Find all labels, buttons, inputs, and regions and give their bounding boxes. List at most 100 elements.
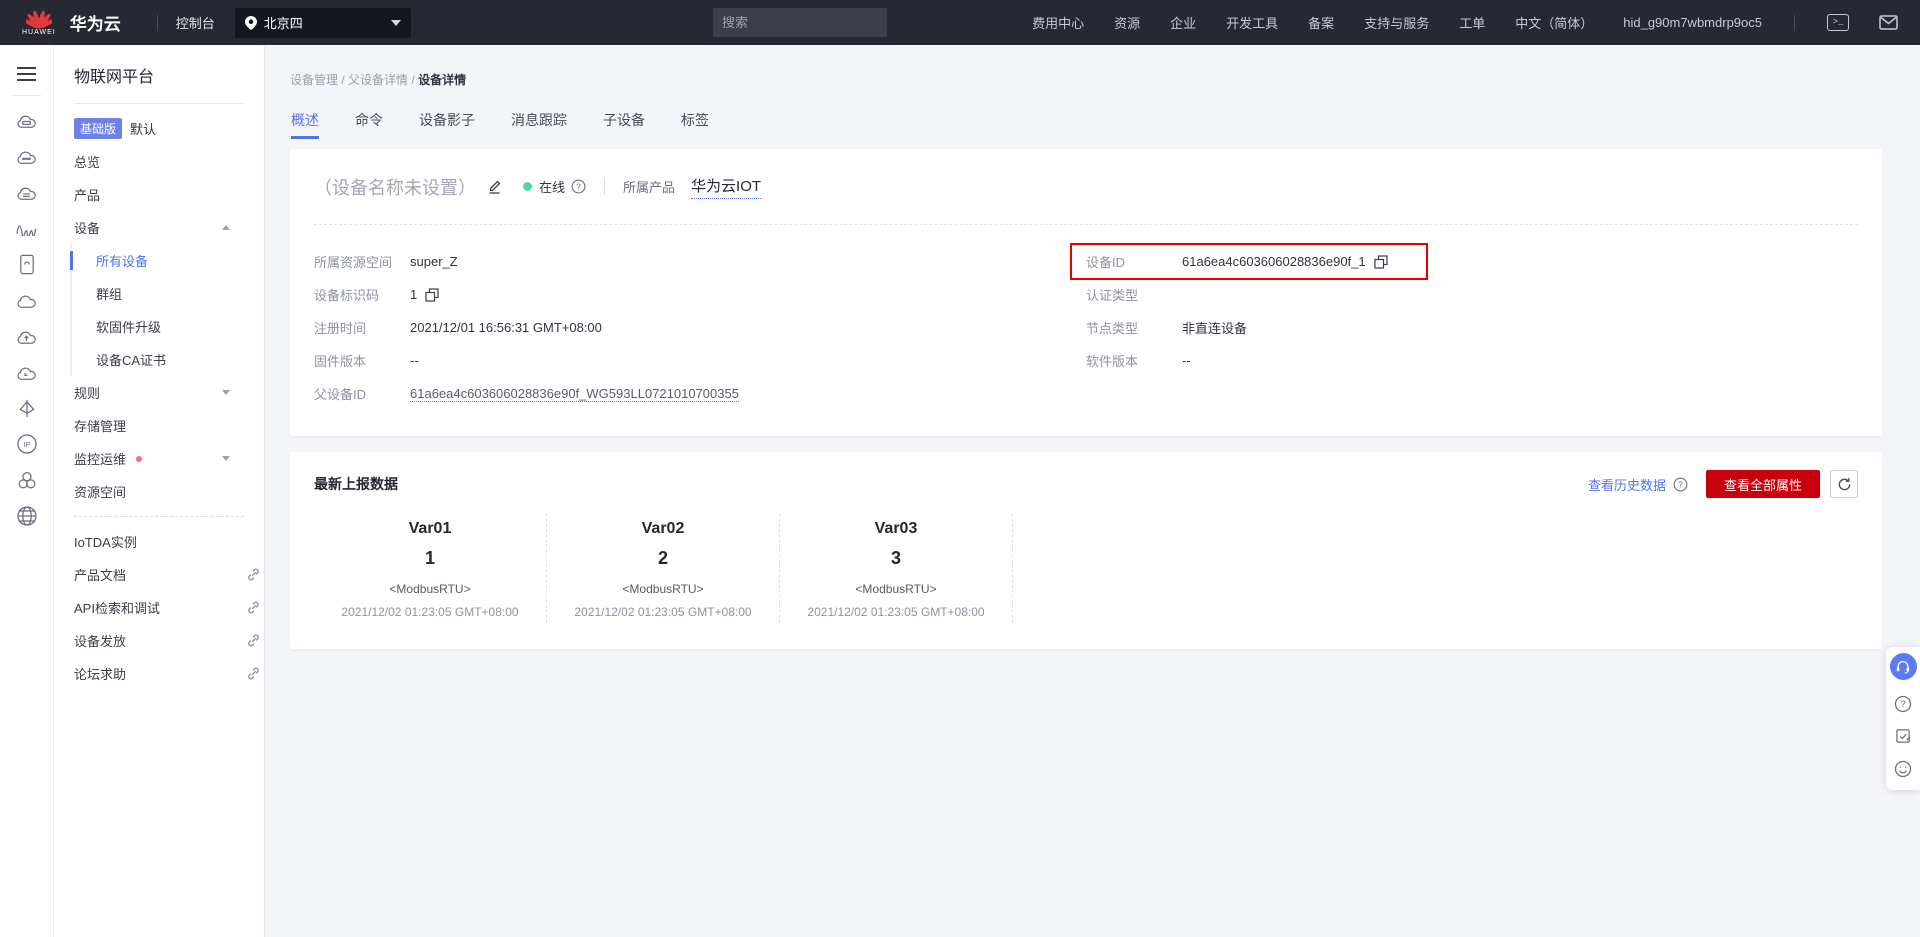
cloud-database-icon[interactable] [15,180,39,204]
edition-badge: 基础版 [74,118,122,139]
brand-word: HUAWEI [22,29,56,36]
waves-icon[interactable] [15,216,39,240]
view-history-link[interactable]: 查看历史数据 [1588,475,1666,494]
field-software-version: 软件版本 -- [1086,344,1858,377]
external-link-icon [247,667,260,680]
survey-button[interactable] [1895,728,1912,745]
copy-icon[interactable] [1374,255,1388,269]
online-status-label: 在线 [539,177,565,196]
chevron-down-icon [391,20,401,26]
fields-left-column: 所属资源空间 super_Z 设备标识码 1 注册时间 2021/12/01 1… [314,245,1086,410]
ip-circle-icon[interactable]: IP [15,432,39,456]
refresh-button[interactable] [1830,470,1858,498]
svg-text:?: ? [576,181,581,191]
product-name-link[interactable]: 华为云IOT [691,175,761,199]
copy-icon[interactable] [425,288,439,302]
field-device-id: 设备ID 61a6ea4c603606028836e90f_1 [1086,245,1858,278]
parent-device-id-link[interactable]: 61a6ea4c603606028836e90f_WG593LL07210107… [410,386,739,402]
tab-overview[interactable]: 概述 [291,110,319,139]
external-link-icon [247,568,260,581]
survey-icon [1895,728,1912,745]
sidebar-item-iotda-instances[interactable]: IoTDA实例 [74,525,234,558]
nav-tickets[interactable]: 工单 [1459,13,1485,32]
nav-icp[interactable]: 备案 [1308,13,1334,32]
fields-right-column: 设备ID 61a6ea4c603606028836e90f_1 认证类型 节点类… [1086,245,1858,410]
cli-button[interactable]: >_ [1827,14,1849,31]
drone-icon[interactable] [15,396,39,420]
breadcrumb-device-management[interactable]: 设备管理 [290,73,338,87]
topbar-divider [157,15,158,31]
sidebar-item-resource-spaces[interactable]: 资源空间 [74,475,234,508]
cloud-upload-icon[interactable] [15,324,39,348]
support-button[interactable] [1890,653,1917,680]
tab-message-trace[interactable]: 消息跟踪 [511,110,567,139]
field-node-type: 节点类型 非直连设备 [1086,311,1858,344]
sidebar-item-product-docs[interactable]: 产品文档 [74,558,260,591]
tab-child-devices[interactable]: 子设备 [603,110,645,139]
sidebar-item-device-ca[interactable]: 设备CA证书 [96,343,264,376]
cloud-clock-icon[interactable] [15,360,39,384]
tab-tags[interactable]: 标签 [681,110,709,139]
latest-data-card: 最新上报数据 查看历史数据 ? 查看全部属性 Var01 1 <ModbusRT… [290,452,1882,649]
refresh-icon [1837,477,1852,492]
topbar-divider [1794,15,1795,31]
device-icon[interactable] [15,252,39,276]
reported-vars: Var01 1 <ModbusRTU> 2021/12/02 01:23:05 … [314,514,1858,623]
cluster-icon[interactable] [15,468,39,492]
sidebar-item-products[interactable]: 产品 [74,178,234,211]
headset-icon [1895,659,1911,674]
brand-name: 华为云 [70,10,121,35]
language-switcher[interactable]: 中文（简体） [1515,13,1593,32]
feedback-button[interactable] [1894,760,1912,778]
search-input[interactable] [722,15,898,30]
nav-billing[interactable]: 费用中心 [1032,13,1084,32]
sidebar-item-api-explorer[interactable]: API检索和调试 [74,591,260,624]
sidebar-item-firmware-upgrade[interactable]: 软固件升级 [96,310,264,343]
tab-device-shadow[interactable]: 设备影子 [419,110,475,139]
device-name-placeholder: （设备名称未设置） [314,174,476,200]
nav-support[interactable]: 支持与服务 [1364,13,1429,32]
globe-icon[interactable] [15,504,39,528]
sidebar-item-device-provisioning[interactable]: 设备发放 [74,624,260,657]
latest-data-title: 最新上报数据 [314,474,1588,494]
huawei-logo[interactable]: HUAWEI [22,9,56,36]
sidebar-item-forum-help[interactable]: 论坛求助 [74,657,260,690]
cloud-dots-icon[interactable] [15,144,39,168]
breadcrumb: 设备管理 / 父设备详情 / 设备详情 [290,71,1920,88]
cloud-icon[interactable] [15,288,39,312]
cloud-server-icon[interactable] [15,108,39,132]
external-link-icon [247,634,260,647]
help-button[interactable]: ? [1894,695,1912,713]
sidebar-item-rules[interactable]: 规则 [74,376,234,409]
nav-resources[interactable]: 资源 [1114,13,1140,32]
console-link[interactable]: 控制台 [176,13,215,32]
edition-name[interactable]: 默认 [130,119,156,138]
breadcrumb-parent-device[interactable]: 父设备详情 [348,73,408,87]
nav-devtools[interactable]: 开发工具 [1226,13,1278,32]
svg-text:?: ? [1678,479,1683,489]
device-info-card: （设备名称未设置） 在线 ? 所属产品 华为云IOT 所属资源空间 super_… [290,149,1882,436]
sidebar-item-devices[interactable]: 设备 [74,211,234,244]
edit-name-button[interactable] [486,178,503,195]
sidebar-item-groups[interactable]: 群组 [96,277,264,310]
menu-toggle-button[interactable] [17,63,36,85]
status-help-icon[interactable]: ? [571,179,586,194]
view-all-properties-button[interactable]: 查看全部属性 [1706,470,1820,498]
huawei-flower-icon [26,9,52,31]
devices-subgroup: 所有设备 群组 软固件升级 设备CA证书 [70,244,264,376]
location-pin-icon [245,16,257,30]
sidebar-item-all-devices[interactable]: 所有设备 [96,244,264,277]
field-parent-device-id: 父设备ID 61a6ea4c603606028836e90f_WG593LL07… [314,377,1086,410]
support-float-panel: ? [1886,647,1920,790]
tab-commands[interactable]: 命令 [355,110,383,139]
sidebar-item-monitoring[interactable]: 监控运维 [74,442,234,475]
notification-dot [136,456,142,462]
sidebar-item-storage[interactable]: 存储管理 [74,409,234,442]
account-id[interactable]: hid_g90m7wbmdrp9oc5 [1623,15,1762,30]
region-selector[interactable]: 北京四 [235,8,411,38]
global-search [713,8,887,37]
sidebar-item-overview[interactable]: 总览 [74,145,234,178]
messages-button[interactable] [1879,15,1898,30]
nav-enterprise[interactable]: 企业 [1170,13,1196,32]
history-help-icon[interactable]: ? [1673,477,1688,492]
